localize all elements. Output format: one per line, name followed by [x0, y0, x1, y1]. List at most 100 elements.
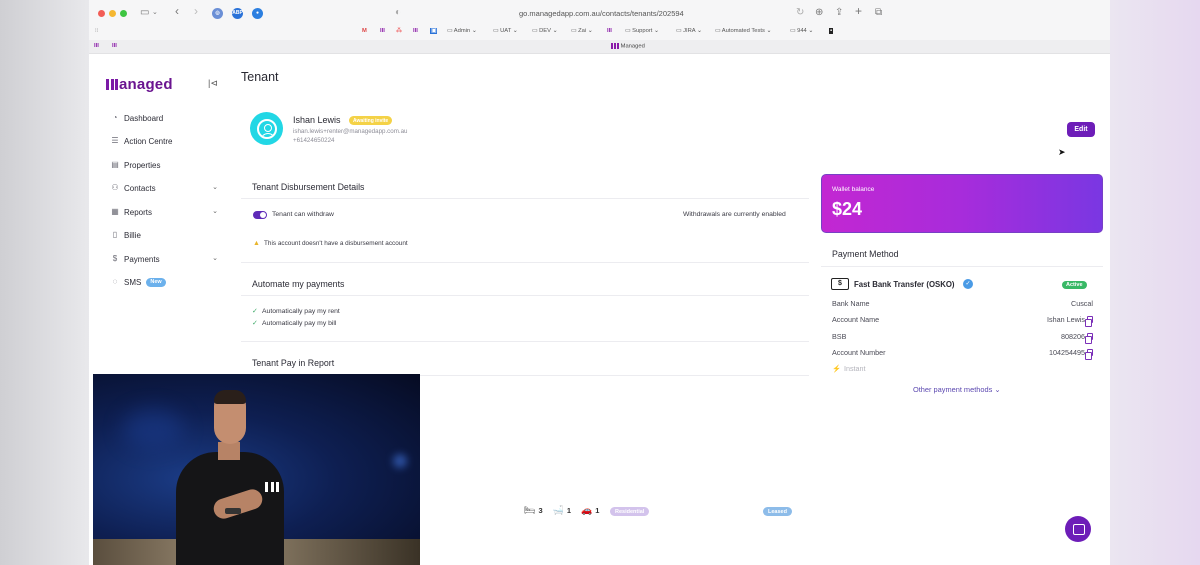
minimize-window-button[interactable] — [109, 10, 116, 17]
divider — [821, 266, 1103, 267]
sidebar-item-contacts[interactable]: ⚇ Contacts ⌄ — [110, 180, 220, 196]
bookmark-folder-automated-tests[interactable]: ▭ Automated Tests ⌄ — [715, 28, 771, 34]
bath-icon: 🛁 — [552, 505, 564, 515]
chevron-down-icon: ⌄ — [212, 208, 218, 215]
bed-count: 3 — [538, 506, 543, 515]
address-bar[interactable]: go.managedapp.com.au/contacts/tenants/20… — [519, 9, 684, 18]
account-name-value: Ishan Lewis — [1047, 315, 1085, 324]
extension-abp-icon[interactable]: ABP — [232, 8, 243, 19]
sidebar-toggle-icon[interactable]: ▭ — [140, 8, 149, 18]
divider — [241, 198, 809, 199]
maximize-window-button[interactable] — [120, 10, 127, 17]
tenant-phone: +61424650224 — [293, 137, 335, 144]
managed-tab-icon-2[interactable]: III — [112, 43, 117, 49]
bookmark-folder-944[interactable]: ▭ 944 ⌄ — [790, 28, 813, 34]
payments-icon: $ — [112, 254, 118, 263]
account-name-row: Ishan Lewis — [1047, 315, 1093, 327]
brand-logo[interactable]: anaged — [106, 76, 173, 93]
bookmark-folder-jira[interactable]: ▭ JIRA ⌄ — [676, 28, 702, 34]
verified-icon: ✓ — [963, 279, 973, 289]
presenter-video — [93, 374, 420, 565]
lightning-icon: ⚡ — [832, 364, 841, 373]
bookmarks-grid-icon[interactable]: ⁞⁞ — [95, 28, 98, 34]
bookmark-icon[interactable]: ⁂ — [396, 28, 402, 34]
disbursement-title: Tenant Disbursement Details — [252, 182, 365, 192]
wallet-card: Wallet balance $24 — [821, 174, 1103, 233]
divider — [241, 295, 809, 296]
bookmark-folder-zai[interactable]: ▭ Zai ⌄ — [571, 28, 593, 34]
sidebar-item-billie[interactable]: ▯ Billie — [110, 227, 220, 243]
reload-icon[interactable]: ↻ — [796, 8, 804, 18]
divider — [241, 341, 809, 342]
tab-bar: III III Managed — [89, 40, 1110, 54]
copy-icon[interactable] — [1085, 316, 1093, 327]
copy-icon[interactable] — [1085, 349, 1093, 360]
withdraw-toggle[interactable] — [253, 211, 267, 219]
bookmark-folder-uat[interactable]: ▭ UAT ⌄ — [493, 28, 518, 34]
sidebar-item-dashboard[interactable]: ◔ Dashboard — [110, 110, 220, 126]
property-features: 🛏 3 🛁 1 🚗 1 — [524, 505, 609, 516]
dashboard-icon: ◔ — [112, 113, 118, 122]
active-tab[interactable]: Managed — [611, 43, 645, 50]
wallet-label: Wallet balance — [832, 186, 875, 193]
user-icon — [256, 118, 277, 139]
bookmark-folder-support[interactable]: ▭ Support ⌄ — [625, 28, 659, 34]
close-window-button[interactable] — [98, 10, 105, 17]
document-icon: ▯ — [112, 230, 118, 239]
back-icon[interactable]: ‹ — [175, 5, 179, 17]
page-title: Tenant — [241, 70, 279, 84]
contacts-icon: ⚇ — [111, 183, 119, 192]
copy-icon[interactable] — [1085, 333, 1093, 344]
avatar — [250, 112, 283, 145]
collapse-sidebar-icon[interactable]: |⊲ — [208, 78, 218, 89]
lease-status-badge: Leased — [763, 507, 792, 516]
stage-light — [123, 409, 183, 449]
instant-label: Instant — [843, 364, 866, 373]
bookmark-folder-dev[interactable]: ▭ DEV ⌄ — [532, 28, 557, 34]
sidebar-item-sms[interactable]: ◌ SMS New — [110, 274, 220, 290]
extension-shield-icon[interactable]: ● — [252, 8, 263, 19]
edit-button[interactable]: Edit — [1067, 122, 1095, 137]
extension-icon[interactable]: ◎ — [212, 8, 223, 19]
bsb-value: 808206 — [1061, 332, 1085, 341]
chat-support-button[interactable] — [1065, 516, 1091, 542]
chat-icon: ◌ — [112, 277, 118, 286]
managed-bookmark-icon[interactable]: III — [380, 28, 385, 34]
sidebar-item-action-centre[interactable]: ☰ Action Centre — [110, 133, 220, 149]
stage-light — [393, 454, 407, 468]
property-type-badge: Residential — [610, 507, 650, 516]
chevron-down-icon: ⌄ — [212, 184, 218, 191]
managed-bookmark-icon-3[interactable]: III — [607, 28, 612, 34]
forward-icon[interactable]: › — [194, 5, 198, 17]
background-left — [0, 0, 90, 565]
wallet-amount: $24 — [832, 199, 863, 219]
bookmarks-bar: ⁞⁞ M III ⁂ III ▣ ▭ Admin ⌄ ▭ UAT ⌄ ▭ DEV… — [89, 26, 1110, 40]
withdraw-toggle-label: Tenant can withdraw — [272, 211, 334, 218]
bookmark-dark-icon[interactable]: ▪ — [829, 28, 834, 34]
share-icon[interactable]: ⇪ — [835, 8, 843, 18]
tab-overview-icon[interactable]: ⧉ — [875, 8, 882, 18]
bank-name-value: Cuscal — [1071, 299, 1093, 308]
gmail-icon[interactable]: M — [362, 28, 367, 34]
chevron-down-icon: ⌄ — [994, 385, 1001, 394]
autopay-bill: Automatically pay my bill — [262, 320, 337, 327]
divider — [241, 262, 809, 263]
other-payment-methods-link[interactable]: Other payment methods ⌄ — [913, 385, 1001, 394]
presenter-hair — [214, 390, 246, 404]
bank-transfer-icon: $ — [831, 278, 849, 290]
sidebar-item-properties[interactable]: ▤ Properties — [110, 157, 220, 173]
managed-logo-icon — [265, 482, 279, 492]
sidebar-item-payments[interactable]: $ Payments ⌄ — [110, 251, 220, 267]
download-icon[interactable]: ⊕ — [815, 8, 823, 18]
clicker — [225, 508, 241, 514]
chevron-down-icon[interactable]: ⌄ — [152, 8, 158, 18]
building-icon: ▤ — [111, 160, 119, 169]
bookmark-folder-admin[interactable]: ▭ Admin ⌄ — [447, 28, 477, 34]
check-icon: ✓ — [252, 308, 258, 315]
managed-bookmark-icon-2[interactable]: III — [413, 28, 418, 34]
sidebar-item-reports[interactable]: ▦ Reports ⌄ — [110, 204, 220, 220]
background-right — [1110, 0, 1200, 565]
managed-tab-icon[interactable]: III — [94, 43, 99, 49]
new-tab-icon[interactable]: + — [855, 5, 862, 17]
bookmark-blue-icon[interactable]: ▣ — [430, 28, 438, 34]
